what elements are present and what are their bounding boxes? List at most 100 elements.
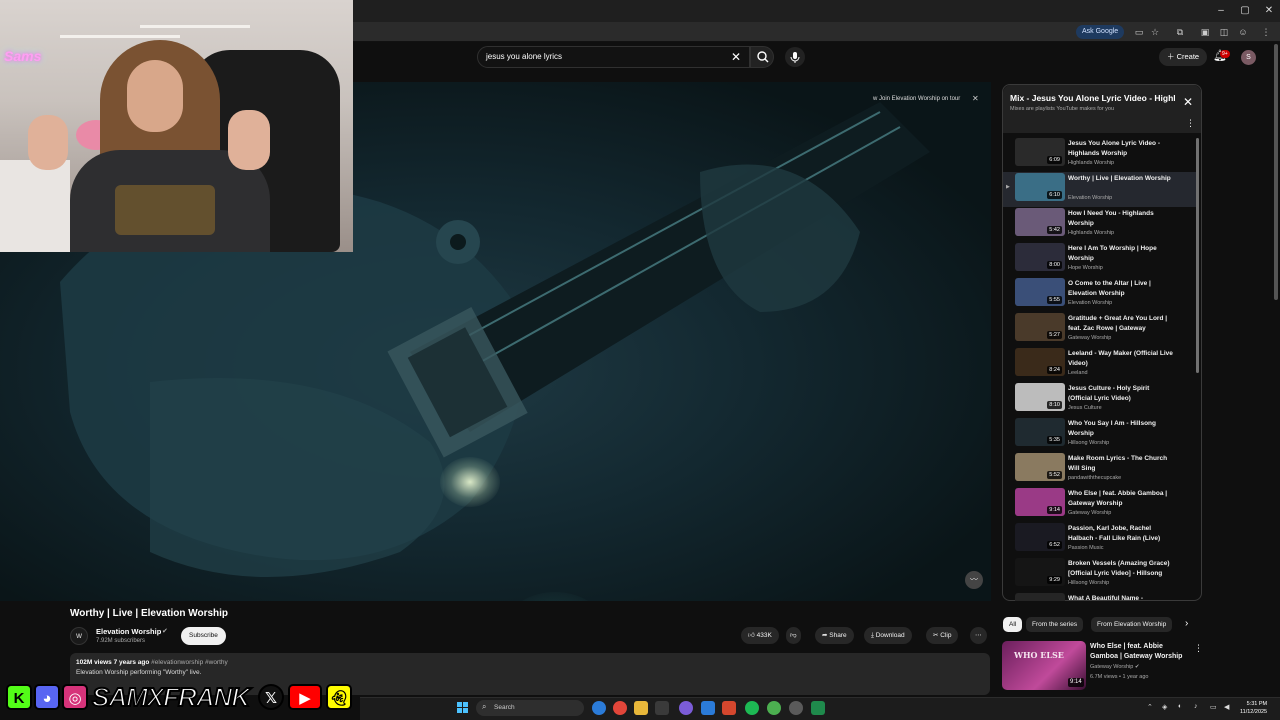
tray-app-icon[interactable]: ◈ (1162, 703, 1167, 711)
app-icon[interactable] (701, 701, 715, 715)
hashtags[interactable]: #elevationworship #worthy (151, 659, 228, 666)
tray-discord-icon[interactable]: ◐ (1178, 703, 1182, 710)
like-button[interactable]: 👍︎ 433K (741, 627, 779, 644)
account-avatar[interactable]: S (1241, 50, 1256, 65)
more-options-icon[interactable]: ⋮ (1194, 643, 1203, 654)
minimize-button[interactable]: – (1212, 4, 1230, 18)
playlist-item[interactable]: 6:52 Passion, Karl Jobe, Rachel Halbach -… (1003, 522, 1196, 557)
tray-volume-icon[interactable]: ◀ (1224, 703, 1229, 711)
playlist-thumbnail[interactable] (1015, 593, 1065, 601)
tray-mic-icon[interactable]: ♪ (1194, 703, 1198, 710)
discord-icon[interactable] (679, 701, 693, 715)
chip-from-elevation-worship[interactable]: From Elevation Worship (1091, 617, 1173, 632)
playlist-duration: 5:55 (1047, 296, 1062, 304)
playlist-item-channel: Highlands Worship (1068, 160, 1115, 166)
settings-icon[interactable] (789, 701, 803, 715)
search-button[interactable] (750, 46, 774, 68)
playlist-thumbnail[interactable]: 5:52 (1015, 453, 1065, 481)
sidebar-icon[interactable]: ▣ (1198, 25, 1212, 39)
playlist-item-channel: Highlands Worship (1068, 230, 1115, 236)
close-window-button[interactable]: ✕ (1260, 4, 1278, 18)
close-playlist-icon[interactable]: ✕ (1183, 95, 1193, 109)
taskbar-search[interactable]: Search (476, 700, 584, 716)
playlist-item[interactable]: 8:00 Here I Am To Worship | Hope Worship H… (1003, 242, 1196, 277)
chevron-right-icon[interactable]: › (1185, 618, 1188, 629)
playlist-item[interactable]: 5:42 How I Need You - Highlands Worship Hi… (1003, 207, 1196, 242)
playlist-thumbnail[interactable]: 5:55 (1015, 278, 1065, 306)
playlist-item[interactable]: 5:27 Gratitude + Great Are You Lord | fea… (1003, 312, 1196, 347)
channel-watermark-icon[interactable]: 〰 (965, 571, 983, 589)
playlist-item[interactable]: 5:35 Who You Say I Am - Hillsong Worship H… (1003, 417, 1196, 452)
taskbar-clock[interactable]: 5:31 PM 11/12/2025 (1240, 700, 1267, 716)
join-tour-banner[interactable]: ᴡ Join Elevation Worship on tour (873, 93, 960, 105)
brand-name: SAMXFRANK (91, 681, 251, 713)
ask-google-button[interactable]: Ask Google (1076, 25, 1125, 39)
dislike-button[interactable]: 👎︎ (786, 627, 801, 644)
chrome-profile-icon[interactable] (767, 701, 781, 715)
share-button[interactable]: ➦ Share (815, 627, 854, 644)
tray-monitor-icon[interactable]: ▭ (1210, 703, 1217, 711)
channel-name[interactable]: Elevation Worship (96, 627, 161, 636)
playlist-item[interactable]: 6:09 Jesus You Alone Lyric Video - Highla… (1003, 137, 1196, 172)
subscribe-button[interactable]: Subscribe (181, 627, 226, 645)
close-banner-icon[interactable]: ✕ (972, 93, 979, 105)
playlist-item[interactable]: 5:52 Make Room Lyrics - The Church Will S… (1003, 452, 1196, 487)
obs-icon[interactable] (722, 701, 736, 715)
playlist-thumbnail[interactable]: 5:27 (1015, 313, 1065, 341)
playlist-thumbnail[interactable]: 9:14 (1015, 488, 1065, 516)
store-icon[interactable] (655, 701, 669, 715)
playlist-item[interactable]: What A Beautiful Name - (1003, 592, 1196, 601)
playlist-item[interactable]: 8:24 Leeland - Way Maker (Official Live V… (1003, 347, 1196, 382)
playlist-thumbnail[interactable]: 6:09 (1015, 138, 1065, 166)
maximize-button[interactable]: ▢ (1236, 4, 1254, 18)
playlist-item[interactable]: 9:14 Who Else | feat. Abbie Gamboa | Gate… (1003, 487, 1196, 522)
playlist-thumbnail[interactable]: 9:29 (1015, 558, 1065, 586)
search-query-text[interactable]: jesus you alone lyrics (486, 52, 562, 61)
playlist-item[interactable]: ▶ 6:10 Worthy | Live | Elevation Worship El… (1003, 172, 1196, 207)
cast-icon[interactable]: ▭ (1132, 25, 1146, 39)
clip-button[interactable]: ✂ Clip (926, 627, 959, 644)
playlist-item[interactable]: 5:55 O Come to the Altar | Live | Elevati… (1003, 277, 1196, 312)
voice-search-button[interactable] (785, 47, 805, 67)
now-playing-icon: ▶ (1006, 184, 1010, 190)
tray-chevron-icon[interactable]: ⌃ (1147, 703, 1153, 711)
neon-sign: Sams (4, 48, 42, 64)
extensions-icon[interactable]: ⧉ (1173, 25, 1187, 39)
channel-avatar[interactable]: ᴡ (70, 627, 88, 645)
create-label: Create (1176, 52, 1200, 61)
split-view-icon[interactable]: ◫ (1217, 25, 1231, 39)
menu-dots-icon[interactable]: ⋮ (1259, 25, 1273, 39)
recommendation-channel[interactable]: Gateway Worship ✔ (1090, 664, 1139, 670)
profile-icon[interactable]: ☺ (1236, 25, 1250, 39)
playlist-thumbnail[interactable]: 8:00 (1015, 243, 1065, 271)
chrome-icon[interactable] (613, 701, 627, 715)
spotify-icon[interactable] (745, 701, 759, 715)
page-scrollbar[interactable] (1274, 44, 1278, 300)
recommendation-title[interactable]: Who Else | feat. Abbie Gamboa | Gateway … (1090, 642, 1190, 662)
file-explorer-icon[interactable] (634, 701, 648, 715)
playlist-thumbnail[interactable]: 8:10 (1015, 383, 1065, 411)
more-actions-button[interactable]: ⋯ (970, 627, 987, 644)
playlist-thumbnail[interactable]: 8:24 (1015, 348, 1065, 376)
chip-all[interactable]: All (1003, 617, 1023, 632)
windows-start-icon[interactable] (457, 702, 469, 714)
playlist-duration: 8:00 (1047, 261, 1062, 269)
chip-from-the-series[interactable]: From the series (1026, 617, 1084, 632)
mix-title[interactable]: Mix - Jesus You Alone Lyric Video - High… (1010, 93, 1175, 103)
playlist-item[interactable]: 8:10 Jesus Culture - Holy Spirit (Officia… (1003, 382, 1196, 417)
download-button[interactable]: ⤓ Download (864, 627, 912, 644)
playlist-menu-icon[interactable]: ⋮ (1186, 118, 1195, 129)
create-button[interactable]: ＋ Create (1159, 48, 1208, 66)
playlist-thumbnail[interactable]: 6:52 (1015, 523, 1065, 551)
playlist-item[interactable]: 9:29 Broken Vessels (Amazing Grace) [Offi… (1003, 557, 1196, 592)
playlist-thumbnail[interactable]: 6:10 (1015, 173, 1065, 201)
join-tour-text: Join Elevation Worship on tour (879, 96, 961, 102)
taskbar-search-icon: ⌕ (482, 702, 487, 711)
playlist-thumbnail[interactable]: 5:42 (1015, 208, 1065, 236)
app-green-icon[interactable] (811, 701, 825, 715)
clear-search-icon[interactable]: ✕ (731, 50, 741, 64)
playlist-scrollbar[interactable] (1196, 138, 1199, 373)
playlist-thumbnail[interactable]: 5:35 (1015, 418, 1065, 446)
bookmark-star-icon[interactable]: ☆ (1148, 25, 1162, 39)
edge-icon[interactable] (592, 701, 606, 715)
